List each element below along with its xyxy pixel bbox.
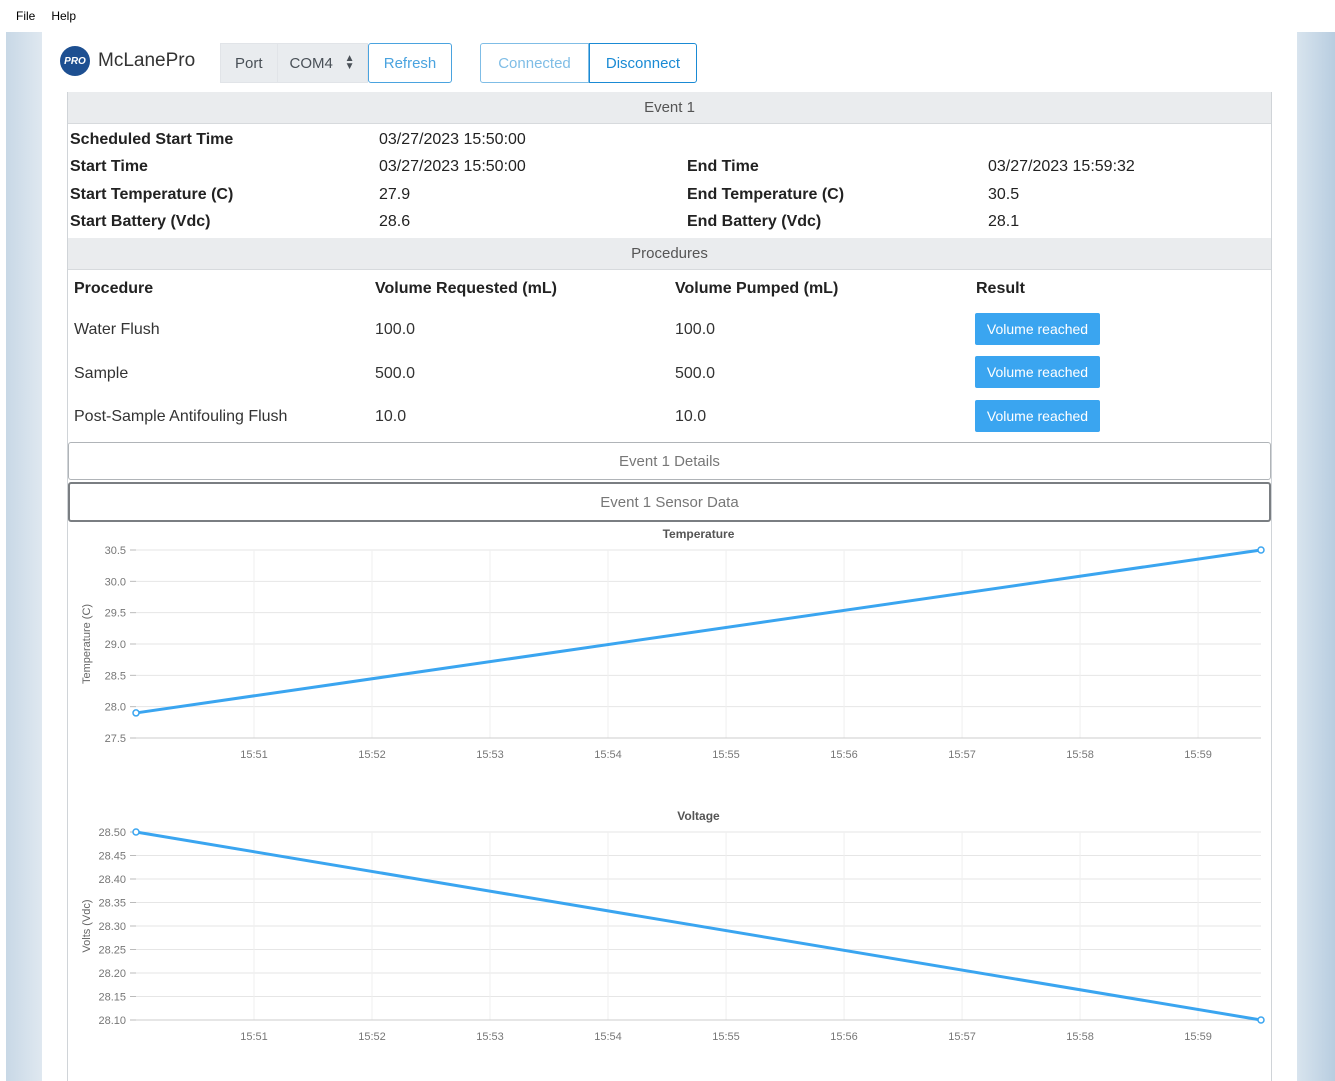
voltage-y-axis-label: Volts (Vdc) [81,899,93,952]
x-tick-label: 15:57 [948,1031,976,1043]
y-tick-label: 29.5 [105,608,126,620]
data-point [1257,546,1265,554]
x-tick-label: 15:52 [358,749,386,761]
volume-requested: 100.0 [375,321,416,338]
y-tick-label: 28.5 [105,670,126,682]
port-group: Port COM4 ▲ ▼ [220,43,368,83]
y-tick-label: 27.5 [105,733,126,745]
procedure-name: Water Flush [74,321,160,338]
x-tick-label: 15:58 [1066,749,1094,761]
port-select[interactable]: COM4 ▲ ▼ [277,43,368,83]
y-tick-label: 30.5 [105,545,126,557]
start-battery-value: 28.6 [379,213,411,230]
brand-logo-icon: PRO [60,46,90,76]
y-tick-label: 28.15 [98,992,126,1004]
event-details-toggle[interactable]: Event 1 Details [68,442,1271,480]
end-battery-value: 28.1 [988,213,1020,230]
y-tick-label: 28.40 [98,874,126,886]
scheduled-start-value: 03/27/2023 15:50:00 [379,131,526,148]
result-header: Result [976,280,1025,297]
navbar: PRO McLanePro Port COM4 ▲ ▼ Refresh Conne… [42,32,1297,92]
start-time-label: Start Time [70,158,148,175]
voltage-chart-title: Voltage [677,809,720,823]
window-backdrop-left [6,32,42,1081]
series-line [135,548,1262,715]
volume-requested: 500.0 [375,365,416,382]
connection-button-group: Connected Disconnect [480,43,697,83]
volume-requested: 10.0 [375,408,407,425]
refresh-button[interactable]: Refresh [368,43,452,83]
y-tick-label: 28.10 [98,1015,126,1027]
x-tick-label: 15:52 [358,1031,386,1043]
volume-requested-header: Volume Requested (mL) [375,280,557,297]
end-temp-value: 30.5 [988,186,1020,203]
temperature-chart-title: Temperature [663,527,735,541]
x-tick-label: 15:58 [1066,1031,1094,1043]
port-select-value: COM4 [289,54,333,72]
end-temp-label: End Temperature (C) [687,186,845,203]
end-time-label: End Time [687,158,759,175]
x-tick-label: 15:53 [476,1031,504,1043]
scheduled-start-label: Scheduled Start Time [70,131,234,148]
start-battery-label: Start Battery (Vdc) [70,213,211,230]
y-tick-label: 28.0 [105,702,126,714]
x-tick-label: 15:53 [476,749,504,761]
volume-pumped: 500.0 [675,365,716,382]
voltage-chart: Voltage Volts (Vdc) 28.10 28.15 28.20 28.25 28… [81,809,1265,1043]
x-tick-label: 15:54 [594,1031,622,1043]
x-tick-label: 15:51 [240,1031,268,1043]
x-tick-label: 15:54 [594,749,622,761]
volume-pumped: 100.0 [675,321,716,338]
end-time-value: 03/27/2023 15:59:32 [988,158,1135,175]
brand-name: McLanePro [98,50,196,71]
x-tick-label: 15:55 [712,749,740,761]
y-tick-label: 30.0 [105,576,126,588]
start-temp-value: 27.9 [379,186,411,203]
procedure-name: Sample [74,365,129,382]
temperature-chart: Temperature Temperature (C) 27.5 28.0 28.5 29… [81,527,1265,761]
x-tick-label: 15:59 [1184,1031,1212,1043]
volume-pumped: 10.0 [675,408,707,425]
volume-pumped-header: Volume Pumped (mL) [675,280,839,297]
y-tick-label: 28.30 [98,921,126,933]
y-tick-label: 28.25 [98,945,126,957]
data-point [1257,1016,1265,1024]
brand: PRO McLanePro [60,46,195,76]
procedures-title: Procedures [68,238,1271,270]
event-panel: Event 1 Scheduled Start Time 03/27/2023 … [67,92,1272,1081]
x-tick-label: 15:55 [712,1031,740,1043]
result-badge: Volume reached [975,313,1100,345]
procedure-name: Post-Sample Antifouling Flush [74,408,288,425]
y-tick-label: 28.35 [98,898,126,910]
window-backdrop-right [1297,32,1335,1081]
menu-file[interactable]: File [16,9,35,23]
x-tick-label: 15:56 [830,1031,858,1043]
y-tick-label: 28.20 [98,968,126,980]
data-point [132,709,140,717]
end-battery-label: End Battery (Vdc) [687,213,822,230]
connected-button[interactable]: Connected [480,43,589,83]
procedure-header: Procedure [74,280,154,297]
x-tick-label: 15:56 [830,749,858,761]
result-badge: Volume reached [975,356,1100,388]
temperature-y-axis-label: Temperature (C) [81,604,93,684]
start-temp-label: Start Temperature (C) [70,186,234,203]
app-window: PRO McLanePro Port COM4 ▲ ▼ Refresh Conne… [42,32,1297,1081]
x-tick-label: 15:57 [948,749,976,761]
y-tick-label: 29.0 [105,639,126,651]
y-tick-label: 28.45 [98,851,126,863]
sensor-data-toggle[interactable]: Event 1 Sensor Data [68,482,1271,522]
y-tick-label: 28.50 [98,827,126,839]
event-title: Event 1 [68,92,1271,124]
select-arrows-icon: ▲ ▼ [344,53,355,72]
x-tick-label: 15:59 [1184,749,1212,761]
start-time-value: 03/27/2023 15:50:00 [379,158,526,175]
port-label: Port [220,43,278,83]
data-point [132,828,140,836]
x-tick-label: 15:51 [240,749,268,761]
result-badge: Volume reached [975,400,1100,432]
disconnect-button[interactable]: Disconnect [589,43,697,83]
menu-help[interactable]: Help [51,9,76,23]
menu-bar: File Help [0,0,1335,32]
